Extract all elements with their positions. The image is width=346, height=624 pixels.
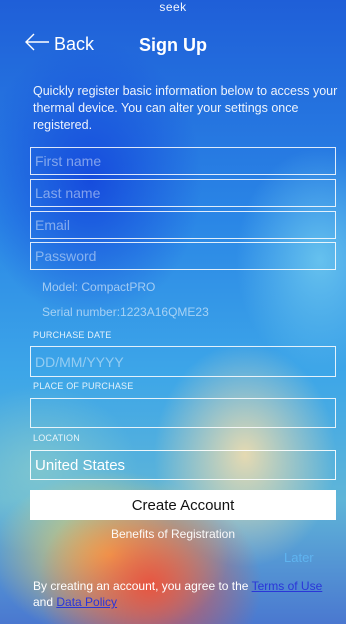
create-account-button[interactable]: Create Account — [30, 490, 336, 520]
location-label: LOCATION — [33, 433, 80, 443]
place-of-purchase-label: PLACE OF PURCHASE — [33, 381, 134, 391]
first-name-field[interactable] — [30, 147, 336, 175]
later-button[interactable]: Later — [284, 550, 314, 565]
and-text: and — [33, 595, 57, 609]
email-field[interactable] — [30, 211, 336, 239]
terms-text: By creating an account, you agree to the… — [33, 578, 338, 610]
purchase-date-label: PURCHASE DATE — [33, 330, 112, 340]
intro-text: Quickly register basic information below… — [33, 84, 338, 132]
password-field[interactable] — [30, 242, 336, 270]
purchase-date-field[interactable] — [30, 346, 336, 377]
serial-number-text: Serial number:1223A16QME23 — [42, 305, 209, 319]
place-of-purchase-field[interactable] — [30, 398, 336, 428]
benefits-link[interactable]: Benefits of Registration — [0, 527, 346, 541]
seek-logo: seek — [159, 0, 187, 14]
page-title: Sign Up — [139, 35, 207, 55]
location-select[interactable]: United States — [30, 450, 336, 480]
data-policy-link[interactable]: Data Policy — [56, 595, 117, 609]
terms-prefix: By creating an account, you agree to the — [33, 579, 252, 593]
terms-of-use-link[interactable]: Terms of Use — [252, 579, 323, 593]
last-name-field[interactable] — [30, 179, 336, 207]
model-text: Model: CompactPRO — [42, 280, 156, 294]
